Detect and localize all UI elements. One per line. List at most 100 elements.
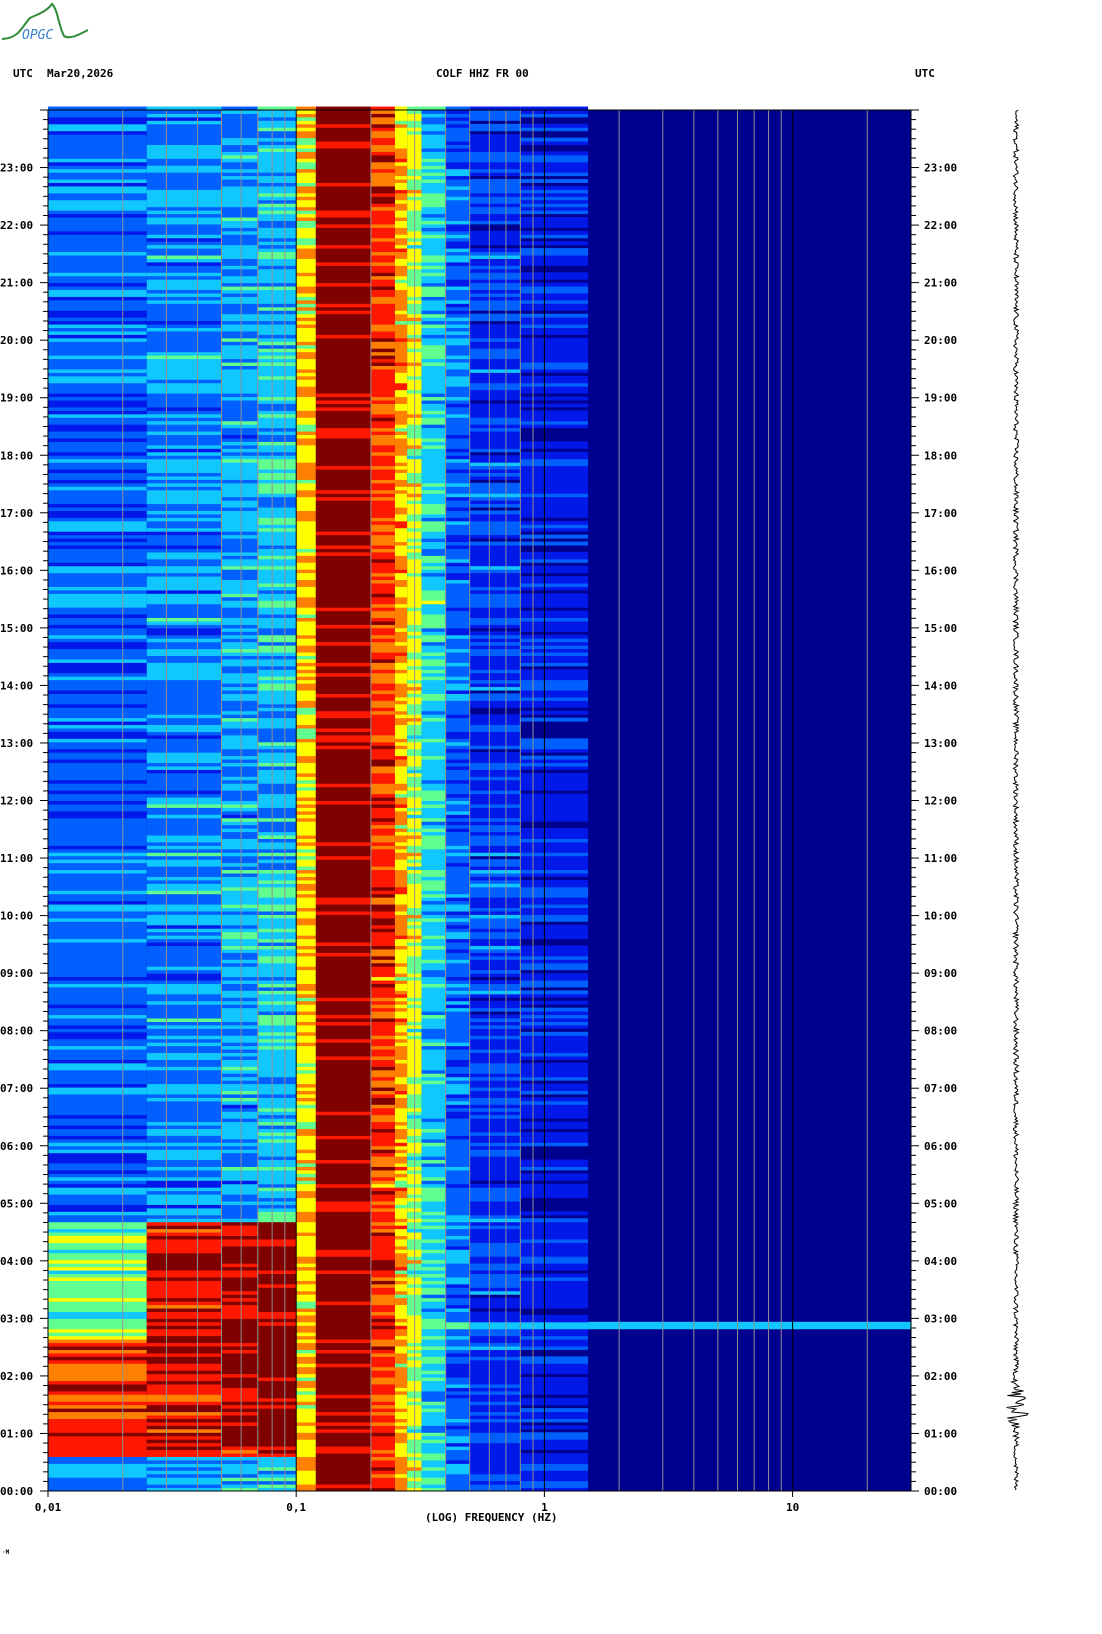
spectrogram-cell: [257, 234, 297, 239]
spectrogram-cell: [221, 997, 258, 1002]
spectrogram-cell: [296, 1252, 316, 1257]
spectrogram-cell: [421, 441, 446, 446]
spectrogram-cell: [370, 320, 395, 325]
spectrogram-cell: [421, 886, 446, 891]
spectrogram-cell: [146, 227, 222, 232]
spectrogram-cell: [257, 676, 297, 681]
spectrogram-cell: [421, 403, 446, 408]
spectrogram-cell: [146, 1408, 222, 1413]
spectrogram-cell: [370, 1007, 395, 1012]
spectrogram-cell: [296, 147, 316, 152]
spectrogram-cell: [296, 1435, 316, 1440]
spectrogram-cell: [221, 1266, 258, 1271]
spectrogram-cell: [48, 513, 147, 518]
spectrogram-cell: [421, 969, 446, 974]
spectrogram-cell: [421, 603, 446, 608]
spectrogram-cell: [315, 362, 371, 366]
spectrogram-cell: [394, 955, 408, 960]
spectrogram-cell: [221, 510, 258, 515]
spectrogram-cell: [221, 1290, 258, 1295]
spectrogram-cell: [445, 1093, 470, 1098]
spectrogram-cell: [146, 879, 222, 884]
spectrogram-cell: [315, 265, 371, 270]
spectrogram-cell: [394, 917, 408, 922]
spectrogram-cell: [48, 272, 147, 277]
spectrogram-cell: [48, 1142, 147, 1147]
spectrogram-cell: [257, 1425, 297, 1430]
spectrogram-cell: [394, 1028, 408, 1033]
spectrogram-cell: [520, 907, 589, 912]
spectrogram-cell: [221, 1052, 258, 1057]
spectrogram-cell: [370, 1062, 395, 1067]
spectrogram-cell: [370, 500, 395, 505]
spectrogram-cell: [421, 1377, 446, 1382]
spectrogram-cell: [421, 203, 446, 208]
spectrogram-cell: [421, 258, 446, 263]
spectrogram-cell: [394, 676, 408, 681]
spectrogram-cell: [394, 634, 408, 639]
spectrogram-cell: [48, 251, 147, 256]
spectrogram-cell: [146, 313, 222, 318]
spectrogram-cell: [146, 790, 222, 795]
spectrogram-cell: [520, 1290, 589, 1295]
spectrogram-cell: [445, 396, 470, 401]
spectrogram-cell: [296, 897, 316, 902]
spectrogram-cell: [394, 444, 408, 449]
spectrogram-cell: [445, 1228, 470, 1233]
spectrogram-cell: [520, 579, 589, 584]
spectrogram-cell: [221, 551, 258, 556]
spectrogram-cell: [146, 862, 222, 867]
spectrogram-cell: [394, 1425, 408, 1430]
spectrogram-cell: [48, 1432, 147, 1437]
spectrogram-cell: [221, 1439, 258, 1444]
spectrogram-cell: [421, 141, 446, 146]
spectrogram-cell: [221, 310, 258, 315]
spectrogram-cell: [221, 596, 258, 601]
spectrogram-cell: [257, 175, 297, 180]
spectrogram-cell: [445, 1442, 470, 1447]
spectrogram-cell: [421, 223, 446, 228]
spectrogram-cell: [296, 1245, 316, 1250]
spectrogram-cell: [370, 1287, 395, 1292]
spectrogram-cell: [315, 320, 371, 325]
spectrogram-cell: [146, 669, 222, 674]
spectrogram-cell: [315, 707, 371, 712]
spectrogram-cell: [421, 786, 446, 791]
spectrogram-cell: [370, 192, 395, 197]
spectrogram-cell: [469, 1131, 521, 1136]
spectrogram-cell: [48, 824, 147, 829]
spectrogram-cell: [315, 769, 371, 774]
spectrogram-cell: [445, 631, 470, 636]
spectrogram-cell: [370, 676, 395, 681]
spectrogram-cell: [520, 203, 589, 208]
spectrogram-cell: [469, 410, 521, 415]
spectrogram-cell: [421, 966, 446, 971]
spectrogram-cell: [257, 372, 297, 377]
spectrogram-cell: [296, 1259, 316, 1264]
spectrogram-cell: [370, 1100, 395, 1105]
spectrogram-cell: [315, 441, 371, 446]
spectrogram-cell: [394, 289, 408, 294]
spectrogram-cell: [296, 372, 316, 377]
spectrogram-cell: [146, 1473, 222, 1478]
spectrogram-cell: [48, 203, 147, 208]
spectrogram-cell: [520, 158, 589, 163]
spectrogram-cell: [296, 1076, 316, 1081]
spectrogram-cell: [520, 555, 589, 560]
spectrogram-cell: [257, 986, 297, 991]
spectrogram-cell: [421, 1038, 446, 1043]
spectrogram-cell: [296, 1339, 316, 1344]
spectrogram-cell: [445, 1439, 470, 1444]
spectrogram-cell: [146, 714, 222, 719]
spectrogram-cell: [370, 769, 395, 774]
spectrogram-cell: [146, 517, 222, 522]
spectrogram-cell: [421, 1069, 446, 1074]
spectrogram-cell: [370, 1349, 395, 1354]
spectrogram-cell: [315, 296, 371, 301]
spectrogram-cell: [296, 1180, 316, 1185]
spectrogram-cell: [421, 1173, 446, 1178]
spectrogram-cell: [394, 945, 408, 950]
spectrogram-cell: [445, 375, 470, 380]
spectrogram-cell: [296, 586, 316, 591]
spectrogram-cell: [394, 748, 408, 753]
